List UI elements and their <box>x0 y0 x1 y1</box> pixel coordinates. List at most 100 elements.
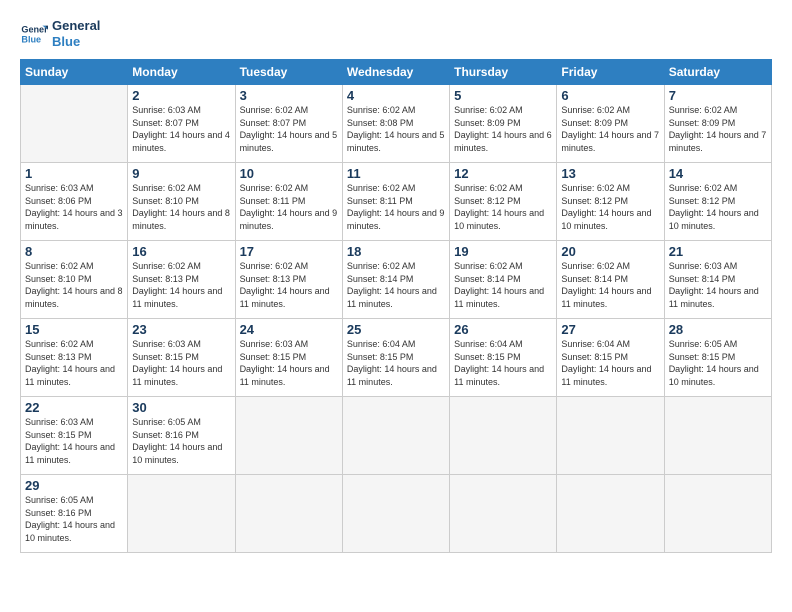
column-header-wednesday: Wednesday <box>342 60 449 85</box>
table-row <box>450 397 557 475</box>
table-row: 21 Sunrise: 6:03 AM Sunset: 8:14 PM Dayl… <box>664 241 771 319</box>
day-number: 8 <box>25 244 123 259</box>
table-row <box>21 85 128 163</box>
day-info: Sunrise: 6:02 AM Sunset: 8:09 PM Dayligh… <box>454 104 552 154</box>
day-info: Sunrise: 6:05 AM Sunset: 8:15 PM Dayligh… <box>669 338 767 388</box>
day-number: 20 <box>561 244 659 259</box>
table-row: 19 Sunrise: 6:02 AM Sunset: 8:14 PM Dayl… <box>450 241 557 319</box>
table-row <box>557 475 664 553</box>
day-number: 12 <box>454 166 552 181</box>
day-info: Sunrise: 6:05 AM Sunset: 8:16 PM Dayligh… <box>25 494 123 544</box>
column-header-monday: Monday <box>128 60 235 85</box>
day-info: Sunrise: 6:02 AM Sunset: 8:13 PM Dayligh… <box>240 260 338 310</box>
svg-text:Blue: Blue <box>21 34 41 44</box>
table-row: 10 Sunrise: 6:02 AM Sunset: 8:11 PM Dayl… <box>235 163 342 241</box>
table-row: 9 Sunrise: 6:02 AM Sunset: 8:10 PM Dayli… <box>128 163 235 241</box>
day-info: Sunrise: 6:02 AM Sunset: 8:07 PM Dayligh… <box>240 104 338 154</box>
table-row <box>342 397 449 475</box>
day-info: Sunrise: 6:02 AM Sunset: 8:08 PM Dayligh… <box>347 104 445 154</box>
day-info: Sunrise: 6:04 AM Sunset: 8:15 PM Dayligh… <box>454 338 552 388</box>
day-number: 18 <box>347 244 445 259</box>
day-number: 7 <box>669 88 767 103</box>
day-info: Sunrise: 6:03 AM Sunset: 8:07 PM Dayligh… <box>132 104 230 154</box>
day-number: 21 <box>669 244 767 259</box>
day-info: Sunrise: 6:03 AM Sunset: 8:15 PM Dayligh… <box>132 338 230 388</box>
day-number: 2 <box>132 88 230 103</box>
day-info: Sunrise: 6:02 AM Sunset: 8:11 PM Dayligh… <box>347 182 445 232</box>
day-number: 3 <box>240 88 338 103</box>
table-row: 26 Sunrise: 6:04 AM Sunset: 8:15 PM Dayl… <box>450 319 557 397</box>
table-row: 28 Sunrise: 6:05 AM Sunset: 8:15 PM Dayl… <box>664 319 771 397</box>
table-row: 8 Sunrise: 6:02 AM Sunset: 8:10 PM Dayli… <box>21 241 128 319</box>
column-header-sunday: Sunday <box>21 60 128 85</box>
day-number: 17 <box>240 244 338 259</box>
day-info: Sunrise: 6:02 AM Sunset: 8:11 PM Dayligh… <box>240 182 338 232</box>
table-row <box>664 475 771 553</box>
table-row <box>342 475 449 553</box>
column-header-thursday: Thursday <box>450 60 557 85</box>
day-number: 13 <box>561 166 659 181</box>
logo-icon: General Blue <box>20 20 48 48</box>
table-row <box>557 397 664 475</box>
day-info: Sunrise: 6:03 AM Sunset: 8:15 PM Dayligh… <box>25 416 123 466</box>
column-header-tuesday: Tuesday <box>235 60 342 85</box>
day-info: Sunrise: 6:04 AM Sunset: 8:15 PM Dayligh… <box>347 338 445 388</box>
table-row: 23 Sunrise: 6:03 AM Sunset: 8:15 PM Dayl… <box>128 319 235 397</box>
day-number: 22 <box>25 400 123 415</box>
calendar-table: SundayMondayTuesdayWednesdayThursdayFrid… <box>20 59 772 553</box>
day-info: Sunrise: 6:05 AM Sunset: 8:16 PM Dayligh… <box>132 416 230 466</box>
table-row: 6 Sunrise: 6:02 AM Sunset: 8:09 PM Dayli… <box>557 85 664 163</box>
table-row: 14 Sunrise: 6:02 AM Sunset: 8:12 PM Dayl… <box>664 163 771 241</box>
day-number: 1 <box>25 166 123 181</box>
table-row: 7 Sunrise: 6:02 AM Sunset: 8:09 PM Dayli… <box>664 85 771 163</box>
table-row: 13 Sunrise: 6:02 AM Sunset: 8:12 PM Dayl… <box>557 163 664 241</box>
table-row: 22 Sunrise: 6:03 AM Sunset: 8:15 PM Dayl… <box>21 397 128 475</box>
day-number: 29 <box>25 478 123 493</box>
day-info: Sunrise: 6:02 AM Sunset: 8:13 PM Dayligh… <box>25 338 123 388</box>
table-row: 29 Sunrise: 6:05 AM Sunset: 8:16 PM Dayl… <box>21 475 128 553</box>
day-info: Sunrise: 6:03 AM Sunset: 8:06 PM Dayligh… <box>25 182 123 232</box>
day-number: 23 <box>132 322 230 337</box>
table-row: 12 Sunrise: 6:02 AM Sunset: 8:12 PM Dayl… <box>450 163 557 241</box>
logo-text: General Blue <box>52 18 100 49</box>
header: General Blue General Blue <box>20 18 772 49</box>
day-info: Sunrise: 6:02 AM Sunset: 8:09 PM Dayligh… <box>669 104 767 154</box>
day-number: 24 <box>240 322 338 337</box>
table-row: 15 Sunrise: 6:02 AM Sunset: 8:13 PM Dayl… <box>21 319 128 397</box>
day-info: Sunrise: 6:02 AM Sunset: 8:14 PM Dayligh… <box>561 260 659 310</box>
table-row <box>128 475 235 553</box>
day-info: Sunrise: 6:03 AM Sunset: 8:15 PM Dayligh… <box>240 338 338 388</box>
day-number: 27 <box>561 322 659 337</box>
day-number: 14 <box>669 166 767 181</box>
table-row: 4 Sunrise: 6:02 AM Sunset: 8:08 PM Dayli… <box>342 85 449 163</box>
day-number: 19 <box>454 244 552 259</box>
day-info: Sunrise: 6:02 AM Sunset: 8:10 PM Dayligh… <box>25 260 123 310</box>
day-number: 26 <box>454 322 552 337</box>
table-row: 3 Sunrise: 6:02 AM Sunset: 8:07 PM Dayli… <box>235 85 342 163</box>
table-row: 11 Sunrise: 6:02 AM Sunset: 8:11 PM Dayl… <box>342 163 449 241</box>
day-info: Sunrise: 6:03 AM Sunset: 8:14 PM Dayligh… <box>669 260 767 310</box>
calendar-page: General Blue General Blue SundayMondayTu… <box>0 0 792 612</box>
table-row: 2 Sunrise: 6:03 AM Sunset: 8:07 PM Dayli… <box>128 85 235 163</box>
day-info: Sunrise: 6:04 AM Sunset: 8:15 PM Dayligh… <box>561 338 659 388</box>
day-number: 16 <box>132 244 230 259</box>
day-number: 25 <box>347 322 445 337</box>
table-row: 17 Sunrise: 6:02 AM Sunset: 8:13 PM Dayl… <box>235 241 342 319</box>
day-number: 6 <box>561 88 659 103</box>
day-info: Sunrise: 6:02 AM Sunset: 8:10 PM Dayligh… <box>132 182 230 232</box>
day-number: 11 <box>347 166 445 181</box>
table-row: 16 Sunrise: 6:02 AM Sunset: 8:13 PM Dayl… <box>128 241 235 319</box>
day-number: 4 <box>347 88 445 103</box>
table-row: 18 Sunrise: 6:02 AM Sunset: 8:14 PM Dayl… <box>342 241 449 319</box>
table-row: 5 Sunrise: 6:02 AM Sunset: 8:09 PM Dayli… <box>450 85 557 163</box>
day-number: 28 <box>669 322 767 337</box>
table-row: 1 Sunrise: 6:03 AM Sunset: 8:06 PM Dayli… <box>21 163 128 241</box>
column-header-friday: Friday <box>557 60 664 85</box>
day-info: Sunrise: 6:02 AM Sunset: 8:12 PM Dayligh… <box>454 182 552 232</box>
day-info: Sunrise: 6:02 AM Sunset: 8:12 PM Dayligh… <box>561 182 659 232</box>
table-row <box>450 475 557 553</box>
day-number: 30 <box>132 400 230 415</box>
day-info: Sunrise: 6:02 AM Sunset: 8:09 PM Dayligh… <box>561 104 659 154</box>
table-row: 20 Sunrise: 6:02 AM Sunset: 8:14 PM Dayl… <box>557 241 664 319</box>
table-row <box>664 397 771 475</box>
